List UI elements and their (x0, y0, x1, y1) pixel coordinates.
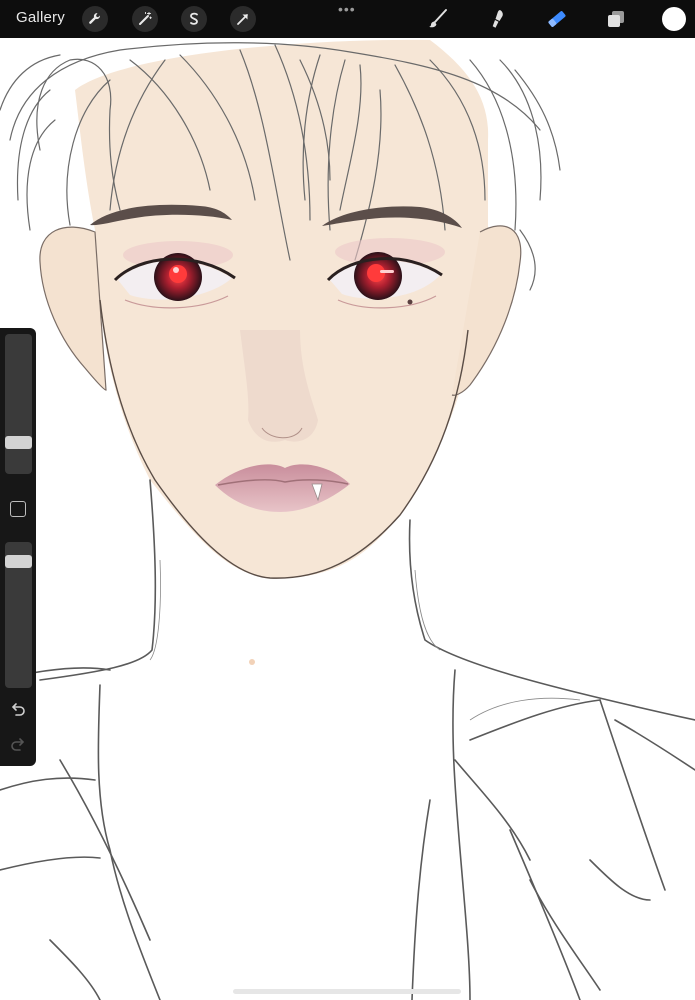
color-picker-button[interactable] (662, 7, 686, 31)
transform-arrow-icon[interactable] (230, 6, 256, 32)
drawing-canvas[interactable] (0, 38, 695, 1000)
selection-icon[interactable] (181, 6, 207, 32)
eraser-icon[interactable] (544, 6, 570, 32)
brush-icon[interactable] (425, 6, 451, 32)
redo-icon[interactable] (7, 734, 29, 756)
left-ear (39, 226, 107, 391)
more-options-icon[interactable]: ••• (338, 2, 356, 16)
modifier-button[interactable] (10, 501, 26, 517)
actions-wrench-icon[interactable] (82, 6, 108, 32)
home-indicator[interactable] (233, 989, 461, 994)
undo-icon[interactable] (7, 699, 29, 721)
adjustments-magic-wand-icon[interactable] (132, 6, 158, 32)
brush-size-thumb[interactable] (5, 436, 32, 449)
brush-sidebar (0, 328, 36, 766)
artwork (0, 39, 695, 1000)
smudge-icon[interactable] (484, 6, 510, 32)
layers-icon[interactable] (603, 6, 629, 32)
brush-size-slider[interactable] (5, 334, 32, 474)
top-toolbar: Gallery ••• (0, 0, 695, 38)
opacity-thumb[interactable] (5, 555, 32, 568)
opacity-slider[interactable] (5, 542, 32, 688)
gallery-button[interactable]: Gallery (16, 9, 65, 26)
